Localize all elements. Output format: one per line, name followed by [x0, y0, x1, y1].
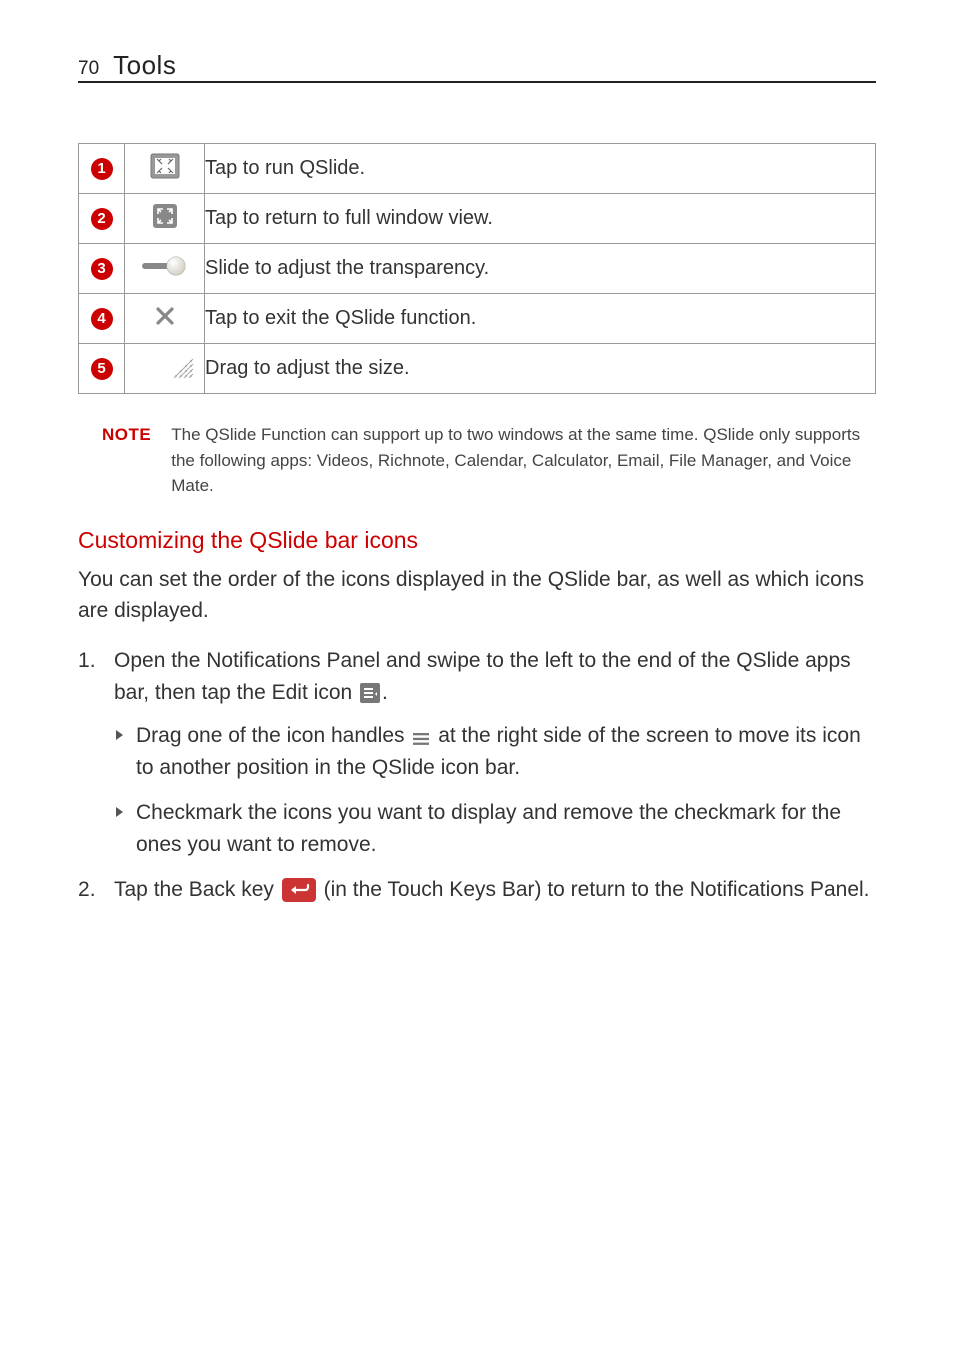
back-key-label: Back key	[189, 878, 274, 901]
table-row: 1 Tap to run QSlide.	[79, 144, 876, 194]
step-text: (in the Touch Keys Bar) to return to the…	[318, 878, 870, 901]
substep-list: Drag one of the icon handles at the righ…	[114, 720, 876, 862]
row-description: Slide to adjust the transparency.	[205, 244, 876, 294]
row-description: Drag to adjust the size.	[205, 344, 876, 394]
step-text: icon	[308, 681, 358, 704]
page-number: 70	[78, 58, 99, 80]
note-label: NOTE	[102, 422, 151, 448]
row-number-badge: 3	[91, 258, 113, 280]
substep-text: Drag one of the icon handles	[136, 724, 410, 747]
note-text: The QSlide Function can support up to tw…	[171, 422, 876, 499]
step-item: Tap the Back key (in the Touch Keys Bar)…	[78, 874, 876, 907]
step-text	[274, 878, 280, 901]
row-number-badge: 4	[91, 308, 113, 330]
drag-handle-icon	[412, 732, 430, 746]
section-title: Tools	[113, 50, 176, 81]
resize-handle-icon	[168, 353, 194, 379]
table-row: 5	[79, 344, 876, 394]
qslide-run-icon	[150, 153, 180, 179]
table-row: 3 Slide to	[79, 244, 876, 294]
full-window-icon	[153, 204, 177, 228]
substep-item: Drag one of the icon handles at the righ…	[114, 720, 876, 785]
table-row: 4 Tap to exit the QSlide function.	[79, 294, 876, 344]
step-text: Open the Notifications Panel and swipe t…	[114, 649, 851, 705]
row-number-badge: 2	[91, 208, 113, 230]
table-row: 2 Tap to return to full window view.	[79, 194, 876, 244]
row-description: Tap to exit the QSlide function.	[205, 294, 876, 344]
transparency-slider-icon	[140, 255, 190, 277]
intro-paragraph: You can set the order of the icons displ…	[78, 564, 876, 627]
substep-text: Checkmark the icons you want to display …	[136, 801, 841, 857]
row-number-badge: 1	[91, 158, 113, 180]
step-text: .	[382, 681, 388, 704]
edit-label: Edit	[272, 681, 308, 704]
back-key-icon	[282, 878, 316, 902]
subsection-heading: Customizing the QSlide bar icons	[78, 527, 876, 554]
row-number-badge: 5	[91, 358, 113, 380]
note-block: NOTE The QSlide Function can support up …	[102, 422, 876, 499]
row-description: Tap to return to full window view.	[205, 194, 876, 244]
steps-list: Open the Notifications Panel and swipe t…	[78, 645, 876, 907]
step-item: Open the Notifications Panel and swipe t…	[78, 645, 876, 862]
row-description: Tap to run QSlide.	[205, 144, 876, 194]
qslide-controls-table: 1 Tap to run QSlide. 2	[78, 143, 876, 394]
edit-icon	[360, 683, 380, 703]
close-icon	[155, 306, 175, 326]
step-text: Tap the	[114, 878, 189, 901]
substep-item: Checkmark the icons you want to display …	[114, 797, 876, 862]
page-header: 70 Tools	[78, 50, 876, 83]
